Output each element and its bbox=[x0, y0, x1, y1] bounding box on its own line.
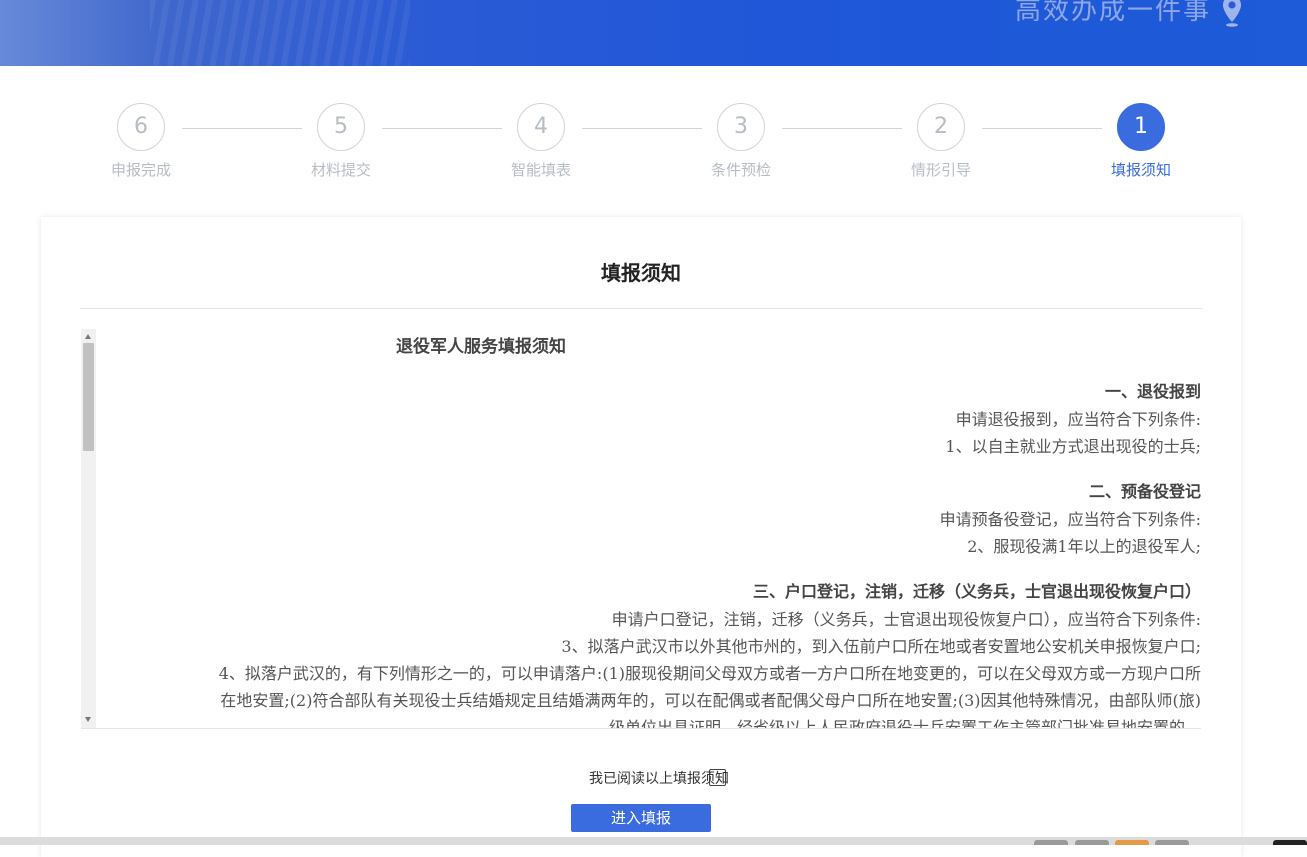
scroll-down-icon[interactable] bbox=[85, 717, 91, 722]
notice-card: 填报须知 退役军人服务填报须知 一、退役报到 申请退役报到，应当符合下列条件: … bbox=[41, 217, 1241, 857]
step-label: 填报须知 bbox=[1110, 161, 1171, 179]
step-number: 4 bbox=[517, 103, 565, 151]
notice-scroll-area[interactable]: 退役军人服务填报须知 一、退役报到 申请退役报到，应当符合下列条件: 1、以自主… bbox=[81, 329, 1201, 729]
section-line: 级单位出具证明，经省级以上人民政府退役士兵安置工作主管部门批准易地安置的。 bbox=[608, 718, 1201, 729]
section-line: 1、以自主就业方式退出现役的士兵; bbox=[945, 437, 1201, 456]
step-label: 申报完成 bbox=[110, 161, 171, 179]
notice-section: 二、预备役登记 申请预备役登记，应当符合下列条件: 2、服现役满1年以上的退役军… bbox=[101, 478, 1201, 560]
step-label: 智能填表 bbox=[510, 161, 571, 179]
section-line: 申请户口登记，注销，迁移（义务兵，士官退出现役恢复户口），应当符合下列条件: bbox=[611, 610, 1201, 629]
progress-stepper: 1 填报须知 2 情形引导 3 条件预检 4 智能填表 5 材料提交 6 申报完… bbox=[0, 100, 1307, 190]
divider bbox=[80, 308, 1202, 309]
notice-title: 退役军人服务填报须知 bbox=[396, 337, 566, 357]
tray-icon[interactable] bbox=[1075, 840, 1109, 845]
section-line: 在地安置;(2)符合部队有关现役士兵结婚规定且结婚满两年的，可以在配偶或者配偶父… bbox=[220, 691, 1201, 710]
notice-section: 三、户口登记，注销，迁移（义务兵，士官退出现役恢复户口） 申请户口登记，注销，迁… bbox=[101, 578, 1201, 729]
step-label: 条件预检 bbox=[710, 161, 771, 179]
step-4[interactable]: 4 智能填表 bbox=[481, 100, 601, 180]
bottom-bar bbox=[0, 837, 1307, 845]
step-3[interactable]: 3 条件预检 bbox=[681, 100, 801, 180]
tray-icon[interactable] bbox=[1155, 840, 1189, 845]
card-title: 填报须知 bbox=[601, 261, 681, 285]
section-line: 申请退役报到，应当符合下列条件: bbox=[955, 410, 1201, 429]
scroll-up-icon[interactable] bbox=[85, 334, 91, 339]
tray-icon[interactable] bbox=[1034, 840, 1068, 845]
tray-icon[interactable] bbox=[1273, 840, 1307, 845]
map-pin-icon bbox=[1223, 0, 1241, 27]
section-heading: 二、预备役登记 bbox=[1088, 482, 1201, 501]
step-2[interactable]: 2 情形引导 bbox=[881, 100, 1001, 180]
notice-section: 一、退役报到 申请退役报到，应当符合下列条件: 1、以自主就业方式退出现役的士兵… bbox=[101, 378, 1201, 460]
tray-icon[interactable] bbox=[1115, 840, 1149, 845]
vertical-scrollbar[interactable] bbox=[81, 329, 96, 728]
top-banner: 高效办成一件事 bbox=[0, 0, 1307, 66]
section-line: 2、服现役满1年以上的退役军人; bbox=[967, 537, 1201, 556]
step-label: 情形引导 bbox=[910, 161, 971, 179]
section-heading: 三、户口登记，注销，迁移（义务兵，士官退出现役恢复户口） bbox=[752, 582, 1201, 601]
section-line: 3、拟落户武汉市以外其他市州的，到入伍前户口所在地或者安置地公安机关申报恢复户口… bbox=[561, 637, 1201, 656]
banner-slogan: 高效办成一件事 bbox=[1014, 0, 1211, 26]
banner-texture bbox=[150, 0, 410, 66]
section-line: 申请预备役登记，应当符合下列条件: bbox=[939, 510, 1201, 529]
enter-fill-button[interactable]: 进入填报 bbox=[571, 804, 711, 832]
step-5[interactable]: 5 材料提交 bbox=[281, 100, 401, 180]
step-6[interactable]: 6 申报完成 bbox=[81, 100, 201, 180]
step-1[interactable]: 1 填报须知 bbox=[1081, 100, 1201, 180]
scrollbar-thumb[interactable] bbox=[83, 343, 94, 451]
section-heading: 一、退役报到 bbox=[1104, 382, 1201, 401]
step-label: 材料提交 bbox=[310, 161, 371, 179]
step-number: 5 bbox=[317, 103, 365, 151]
section-line: 4、拟落户武汉的，有下列情形之一的，可以申请落户:(1)服现役期间父母双方或者一… bbox=[218, 664, 1201, 683]
agree-row: 我已阅读以上填报须知 bbox=[41, 767, 1241, 791]
step-number: 3 bbox=[717, 103, 765, 151]
agree-label[interactable]: 我已阅读以上填报须知 bbox=[589, 768, 729, 788]
notice-content: 退役军人服务填报须知 一、退役报到 申请退役报到，应当符合下列条件: 1、以自主… bbox=[101, 329, 1201, 728]
step-number: 2 bbox=[917, 103, 965, 151]
step-number: 6 bbox=[117, 103, 165, 151]
step-number: 1 bbox=[1117, 103, 1165, 151]
